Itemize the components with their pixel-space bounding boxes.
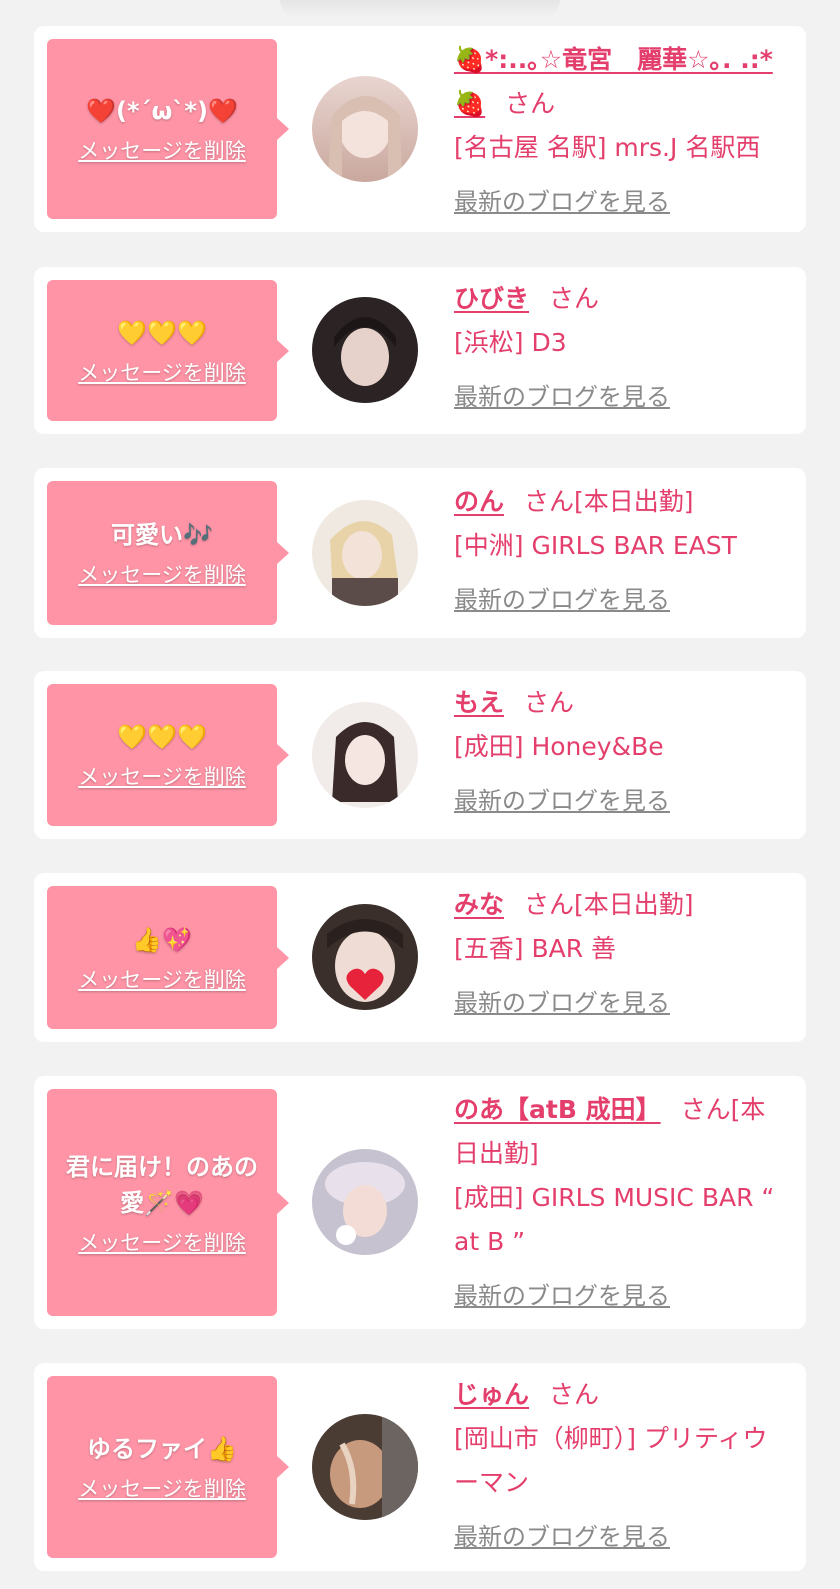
- message-bubble: ❤️(*´ω`*)❤️ メッセージを削除: [47, 39, 289, 219]
- delete-message-link[interactable]: メッセージを削除: [78, 135, 246, 165]
- delete-message-link[interactable]: メッセージを削除: [78, 357, 246, 387]
- top-scroll-shadow: [280, 0, 560, 18]
- shop-info: [浜松] D3: [454, 328, 567, 357]
- avatar[interactable]: [312, 1149, 418, 1255]
- favorite-card: 👍💖 メッセージを削除 みな さん[本日出勤] [五香] BAR 善 最新のブログ…: [34, 873, 806, 1042]
- profile-info: じゅん さん [岡山市（柳町）] プリティウーマン 最新のブログを見る: [454, 1373, 789, 1559]
- message-bubble: 可愛い🎶 メッセージを削除: [47, 481, 289, 625]
- blog-link[interactable]: 最新のブログを見る: [454, 578, 670, 622]
- profile-name-link[interactable]: のん: [454, 487, 504, 516]
- profile-info: もえ さん [成田] Honey&Be 最新のブログを見る: [454, 681, 789, 823]
- favorite-card: 可愛い🎶 メッセージを削除 のん さん[本日出勤] [中洲] GIRLS BAR …: [34, 468, 806, 638]
- work-status: [本日出勤]: [574, 890, 694, 919]
- message-bubble: 👍💖 メッセージを削除: [47, 886, 289, 1029]
- message-text: 可愛い🎶: [111, 521, 213, 549]
- avatar[interactable]: [312, 297, 418, 403]
- honorific: さん: [680, 1095, 731, 1124]
- shop-info: [成田] Honey&Be: [454, 732, 664, 761]
- message-bubble: ゆるファイ👍 メッセージを削除: [47, 1376, 289, 1558]
- favorite-card: ゆるファイ👍 メッセージを削除 じゅん さん [岡山市（柳町）] プリティウーマン…: [34, 1363, 806, 1571]
- blog-link[interactable]: 最新のブログを見る: [454, 180, 670, 224]
- shop-info: [成田] GIRLS MUSIC BAR “ at B ”: [454, 1183, 775, 1256]
- shop-info: [中洲] GIRLS BAR EAST: [454, 531, 737, 560]
- blog-link[interactable]: 最新のブログを見る: [454, 375, 670, 419]
- profile-info: のあ【atB 成田】 さん[本日出勤] [成田] GIRLS MUSIC BAR …: [454, 1088, 789, 1318]
- honorific: さん: [524, 890, 575, 919]
- message-bubble: 💛💛💛 メッセージを削除: [47, 280, 289, 421]
- avatar[interactable]: [312, 500, 418, 606]
- favorite-card: ❤️(*´ω`*)❤️ メッセージを削除 🍓*:..｡☆竜宮 麗華☆｡. .:*…: [34, 26, 806, 232]
- profile-name-link[interactable]: もえ: [454, 688, 504, 717]
- profile-name-link[interactable]: ひびき: [454, 284, 529, 313]
- profile-name-link[interactable]: みな: [454, 890, 504, 919]
- favorite-card: 💛💛💛 メッセージを削除 もえ さん [成田] Honey&Be 最新のブログを見…: [34, 671, 806, 839]
- honorific: さん: [549, 284, 600, 313]
- shop-info: [五香] BAR 善: [454, 934, 617, 963]
- profile-info: ひびき さん [浜松] D3 最新のブログを見る: [454, 277, 789, 419]
- delete-message-link[interactable]: メッセージを削除: [78, 761, 246, 791]
- profile-info: みな さん[本日出勤] [五香] BAR 善 最新のブログを見る: [454, 883, 789, 1025]
- honorific: さん: [549, 1380, 600, 1409]
- work-status: [本日出勤]: [574, 487, 694, 516]
- delete-message-link[interactable]: メッセージを削除: [78, 559, 246, 589]
- profile-name-link[interactable]: 🍓*:..｡☆竜宮 麗華☆｡. .:*🍓: [454, 45, 773, 118]
- shop-info: [名古屋 名駅] mrs.J 名駅西: [454, 133, 761, 162]
- blog-link[interactable]: 最新のブログを見る: [454, 779, 670, 823]
- message-bubble: 君に届け！のあの愛🪄💗 メッセージを削除: [47, 1089, 289, 1316]
- delete-message-link[interactable]: メッセージを削除: [78, 1473, 246, 1503]
- message-text: 君に届け！のあの愛🪄💗: [66, 1152, 258, 1217]
- avatar[interactable]: [312, 702, 418, 808]
- avatar[interactable]: [312, 904, 418, 1010]
- avatar[interactable]: [312, 1414, 418, 1520]
- blog-link[interactable]: 最新のブログを見る: [454, 1274, 670, 1318]
- shop-info: [岡山市（柳町）] プリティウーマン: [454, 1424, 768, 1497]
- favorite-card: 💛💛💛 メッセージを削除 ひびき さん [浜松] D3 最新のブログを見る: [34, 267, 806, 434]
- profile-info: 🍓*:..｡☆竜宮 麗華☆｡. .:*🍓 さん [名古屋 名駅] mrs.J 名駅…: [454, 38, 789, 224]
- message-text: 💛💛💛: [117, 318, 207, 347]
- blog-link[interactable]: 最新のブログを見る: [454, 981, 670, 1025]
- honorific: さん: [524, 487, 575, 516]
- blog-link[interactable]: 最新のブログを見る: [454, 1515, 670, 1559]
- profile-name-link[interactable]: のあ【atB 成田】: [454, 1095, 661, 1124]
- delete-message-link[interactable]: メッセージを削除: [78, 964, 246, 994]
- message-text: ❤️(*´ω`*)❤️: [86, 97, 238, 125]
- delete-message-link[interactable]: メッセージを削除: [78, 1227, 246, 1257]
- profile-name-link[interactable]: じゅん: [454, 1380, 529, 1409]
- message-text: ゆるファイ👍: [87, 1435, 237, 1463]
- honorific: さん: [524, 688, 575, 717]
- message-bubble: 💛💛💛 メッセージを削除: [47, 684, 289, 826]
- message-text: 💛💛💛: [117, 723, 207, 751]
- honorific: さん: [505, 89, 556, 118]
- message-text: 👍💖: [132, 925, 192, 954]
- avatar[interactable]: [312, 76, 418, 182]
- profile-info: のん さん[本日出勤] [中洲] GIRLS BAR EAST 最新のブログを見る: [454, 480, 789, 622]
- favorite-card: 君に届け！のあの愛🪄💗 メッセージを削除 のあ【atB 成田】 さん[本日出勤] …: [34, 1076, 806, 1329]
